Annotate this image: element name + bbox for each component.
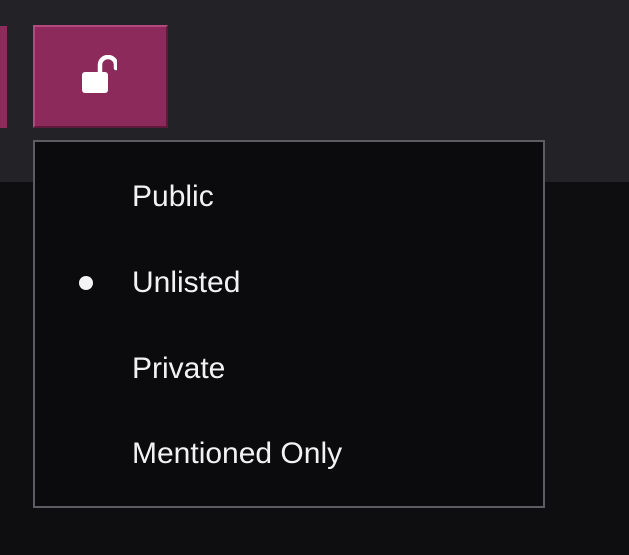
menu-item-mentioned-only[interactable]: Mentioned Only	[35, 424, 543, 484]
visibility-button[interactable]	[33, 25, 168, 128]
menu-item-label: Unlisted	[132, 266, 241, 299]
menu-item-label: Private	[132, 352, 226, 385]
menu-item-unlisted[interactable]: Unlisted	[35, 253, 543, 313]
selected-bullet-icon	[79, 276, 93, 290]
unlock-icon	[81, 54, 119, 95]
menu-item-private[interactable]: Private	[35, 339, 543, 399]
menu-item-public[interactable]: Public	[35, 167, 543, 227]
menu-item-label: Public	[132, 180, 214, 213]
adjacent-toolbar-button[interactable]	[0, 26, 7, 128]
visibility-menu: Public Unlisted Private Mentioned Only	[33, 140, 545, 508]
menu-item-label: Mentioned Only	[132, 437, 343, 470]
